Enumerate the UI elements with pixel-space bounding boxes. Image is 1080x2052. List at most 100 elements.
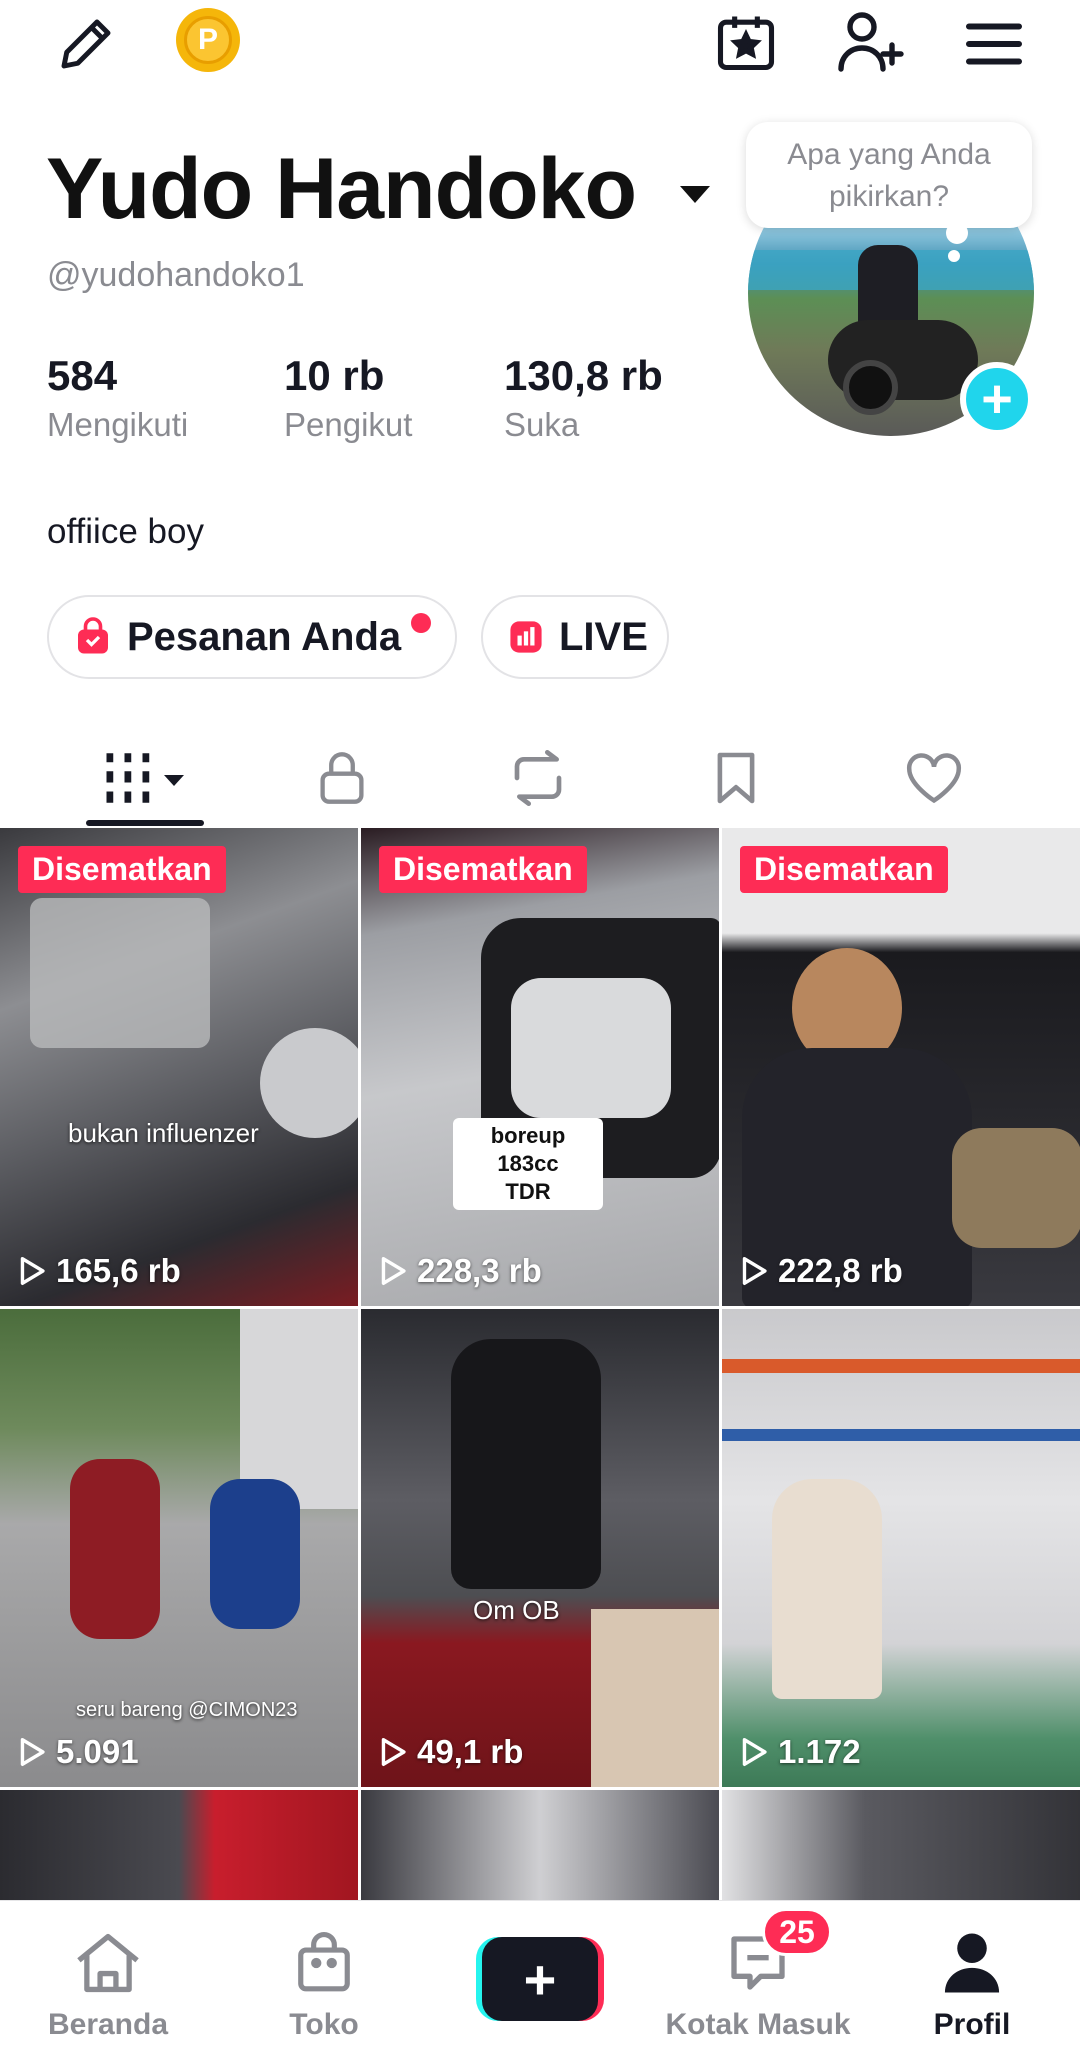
view-count: 228,3 rb [379, 1252, 542, 1290]
video-caption: boreup 183cc TDR [453, 1118, 603, 1210]
profile-bio[interactable]: offiice boy [47, 512, 204, 552]
bubble-tail [946, 222, 968, 244]
thumb-pulley [260, 1028, 358, 1138]
add-friend-icon[interactable] [830, 4, 912, 80]
thumb-engine-block [30, 898, 210, 1048]
nav-label: Kotak Masuk [665, 2008, 851, 2041]
avatar-photo-wheel [843, 360, 898, 415]
heart-icon [904, 751, 964, 810]
nav-label: Toko [289, 2008, 359, 2041]
stat-likes[interactable]: 130,8 rb Suka [504, 352, 663, 444]
top-bar: P [0, 0, 1080, 80]
tab-liked[interactable] [836, 730, 1032, 830]
nav-shop[interactable]: Toko [224, 1901, 424, 2052]
repost-icon [507, 749, 569, 811]
view-count-value: 222,8 rb [778, 1252, 903, 1289]
bottom-nav: Beranda Toko + Kotak Masuk Profil [0, 1900, 1080, 2052]
video-caption: Om OB [473, 1595, 560, 1625]
video-thumbnail[interactable]: Disematkan 222,8 rb [722, 828, 1080, 1306]
live-chart-icon [509, 620, 543, 654]
video-thumbnail[interactable]: Om OB 49,1 rb [361, 1309, 719, 1787]
profile-handle: @yudohandoko1 [47, 256, 305, 294]
thumb-inset-person [591, 1609, 719, 1787]
stat-label: Pengikut [284, 406, 413, 443]
tab-reposts[interactable] [440, 730, 636, 830]
thumb-bike-blue [210, 1479, 300, 1629]
grid-icon [104, 751, 154, 810]
thumb-bike-red [70, 1459, 160, 1639]
play-icon [381, 1738, 406, 1766]
profile-name[interactable]: Yudo Handoko [46, 140, 637, 239]
play-icon [742, 1257, 767, 1285]
active-tab-indicator [86, 820, 204, 826]
video-caption: bukan influenzer [68, 1118, 259, 1148]
coin-letter: P [184, 16, 232, 64]
nav-label: Profil [933, 2008, 1011, 2041]
bookmark-icon [713, 750, 759, 811]
view-count: 165,6 rb [18, 1252, 181, 1290]
stat-label: Mengikuti [47, 406, 189, 443]
account-switch-caret-icon[interactable] [680, 186, 710, 203]
tab-videos[interactable] [46, 730, 242, 830]
profile-tabs [0, 730, 1080, 830]
video-thumbnail[interactable]: seru bareng @CIMON23 5.091 [0, 1309, 358, 1787]
tab-favorites[interactable] [638, 730, 834, 830]
add-story-plus-icon[interactable]: + [960, 362, 1034, 436]
shopping-bag-icon [293, 1931, 355, 2000]
view-count-value: 165,6 rb [56, 1252, 181, 1289]
thumb-shelf-beam-blue [722, 1429, 1080, 1441]
play-icon [20, 1257, 45, 1285]
pinned-badge: Disematkan [379, 846, 587, 893]
avatar-thought-bubble[interactable]: Apa yang Anda pikirkan? [746, 122, 1032, 228]
view-count: 5.091 [18, 1733, 139, 1771]
view-count-value: 228,3 rb [417, 1252, 542, 1289]
thumb-person [772, 1479, 882, 1699]
plus-icon: + [482, 1937, 598, 2021]
calendar-star-icon[interactable] [708, 4, 784, 80]
video-thumbnail[interactable]: Disematkan bukan influenzer 165,6 rb [0, 828, 358, 1306]
stat-value: 10 rb [284, 352, 385, 399]
thumb-shelf-beam [722, 1359, 1080, 1373]
play-icon [20, 1738, 45, 1766]
thumb-scooter-panel [511, 978, 671, 1118]
live-button[interactable]: LIVE [481, 595, 669, 679]
video-thumbnail[interactable] [0, 1790, 358, 1900]
coin-icon[interactable]: P [176, 8, 240, 72]
tab-private[interactable] [244, 730, 440, 830]
view-count: 49,1 rb [379, 1733, 523, 1771]
play-icon [742, 1738, 767, 1766]
notification-dot [411, 613, 431, 633]
view-count: 222,8 rb [740, 1252, 903, 1290]
bubble-tail-small [948, 250, 960, 262]
view-count-value: 5.091 [56, 1733, 139, 1770]
nav-label: Beranda [47, 2008, 169, 2041]
home-icon [71, 1931, 145, 2000]
stat-label: Suka [504, 406, 580, 443]
nav-profile[interactable]: Profil [872, 1901, 1072, 2052]
thumb-bike [952, 1128, 1080, 1248]
video-thumbnail[interactable]: 1.172 [722, 1309, 1080, 1787]
orders-button[interactable]: Pesanan Anda [47, 595, 457, 679]
menu-icon[interactable] [956, 6, 1032, 82]
chevron-down-icon [164, 774, 184, 786]
video-thumbnail[interactable] [722, 1790, 1080, 1900]
inbox-count-badge: 25 [762, 1908, 832, 1956]
stat-followers[interactable]: 10 rb Pengikut [284, 352, 412, 444]
video-thumbnail[interactable]: Disematkan boreup 183cc TDR 228,3 rb [361, 828, 719, 1306]
create-button[interactable]: + [476, 1937, 604, 2021]
live-label: LIVE [559, 614, 648, 659]
edit-pencil-icon[interactable] [48, 6, 124, 82]
view-count-value: 49,1 rb [417, 1733, 524, 1770]
pinned-badge: Disematkan [740, 846, 948, 893]
profile-person-icon [942, 1931, 1002, 2000]
video-caption: seru bareng @CIMON23 [76, 1699, 298, 1721]
view-count-value: 1.172 [778, 1733, 861, 1770]
stat-value: 584 [47, 352, 118, 399]
nav-home[interactable]: Beranda [8, 1901, 208, 2052]
lock-icon [316, 750, 368, 811]
video-thumbnail[interactable] [361, 1790, 719, 1900]
shopping-bag-icon [75, 617, 111, 657]
stat-value: 130,8 rb [504, 352, 663, 399]
thumb-scooter [451, 1339, 601, 1589]
stat-following[interactable]: 584 Mengikuti [47, 352, 188, 444]
